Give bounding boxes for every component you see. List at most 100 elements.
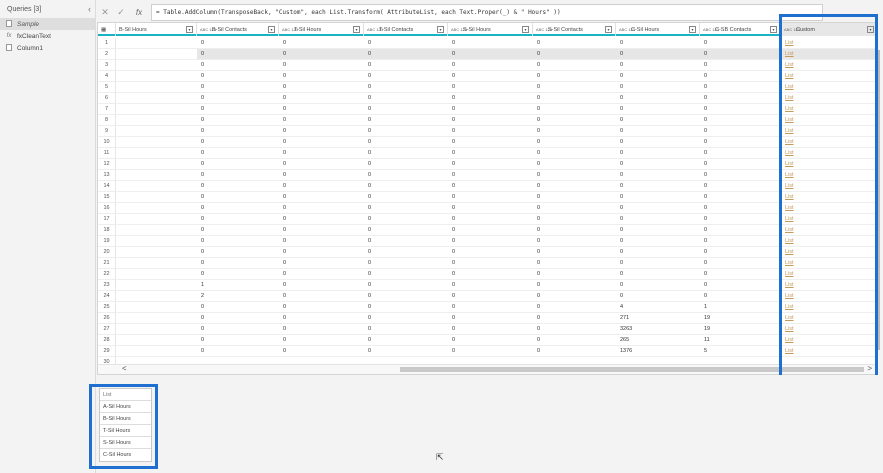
table-cell[interactable]: 0 — [616, 126, 700, 136]
type-icon[interactable]: ABC 123 — [282, 27, 298, 32]
table-cell[interactable]: 0 — [197, 313, 279, 323]
table-cell[interactable]: 0 — [279, 93, 364, 103]
list-link-cell[interactable]: List — [781, 247, 876, 257]
table-cell[interactable]: 0 — [197, 214, 279, 224]
table-cell[interactable]: 0 — [279, 302, 364, 312]
table-cell[interactable]: 0 — [279, 115, 364, 125]
table-cell[interactable]: 0 — [448, 71, 533, 81]
table-cell[interactable]: 0 — [533, 93, 616, 103]
table-cell[interactable]: 0 — [279, 148, 364, 158]
query-item[interactable]: Sample — [0, 18, 95, 30]
table-row[interactable]: 29 0 0 0 0 0 1376 5 List — [98, 346, 876, 357]
table-cell[interactable]: 0 — [533, 159, 616, 169]
table-cell[interactable]: 0 — [533, 137, 616, 147]
table-cell[interactable]: 0 — [279, 137, 364, 147]
table-row[interactable]: 27 0 0 0 0 0 3263 19 List — [98, 324, 876, 335]
table-cell[interactable]: 0 — [448, 159, 533, 169]
column-header[interactable]: ABC 123 S-Sil Contacts ▾ — [533, 23, 616, 36]
table-cell[interactable]: 0 — [448, 335, 533, 345]
table-row[interactable]: 11 0 0 0 0 0 0 0 List — [98, 148, 876, 159]
table-cell[interactable]: 1 — [700, 302, 781, 312]
list-link-cell[interactable]: List — [781, 159, 876, 169]
table-cell[interactable]: 0 — [448, 313, 533, 323]
column-header[interactable]: ABC 123 T-Sil Contacts ▾ — [364, 23, 448, 36]
table-cell[interactable]: 0 — [700, 159, 781, 169]
table-cell[interactable]: 0 — [616, 115, 700, 125]
table-cell[interactable]: 0 — [700, 258, 781, 268]
table-cell[interactable]: 0 — [364, 181, 448, 191]
table-cell[interactable]: 0 — [279, 346, 364, 356]
table-cell[interactable]: 0 — [616, 170, 700, 180]
table-cell[interactable]: 0 — [197, 60, 279, 70]
list-link-cell[interactable]: List — [781, 346, 876, 356]
column-header[interactable]: ABC 123 Custom ▾ — [781, 23, 876, 36]
table-cell[interactable]: 0 — [616, 214, 700, 224]
table-cell[interactable]: 0 — [533, 60, 616, 70]
table-cell[interactable]: 0 — [279, 60, 364, 70]
table-cell[interactable]: 0 — [448, 170, 533, 180]
table-row[interactable]: 26 0 0 0 0 0 271 19 List — [98, 313, 876, 324]
table-row[interactable]: 28 0 0 0 0 0 265 11 List — [98, 335, 876, 346]
table-cell[interactable]: 0 — [197, 181, 279, 191]
vertical-scrollbar[interactable] — [876, 38, 882, 364]
table-cell[interactable]: 0 — [533, 49, 616, 59]
table-cell[interactable]: 0 — [700, 203, 781, 213]
table-cell[interactable]: 0 — [448, 214, 533, 224]
table-cell[interactable]: 0 — [616, 203, 700, 213]
list-link-cell[interactable]: List — [781, 115, 876, 125]
list-link-cell[interactable]: List — [781, 148, 876, 158]
type-icon[interactable]: ABC 123 — [619, 27, 635, 32]
table-cell[interactable]: 0 — [616, 192, 700, 202]
list-link-cell[interactable]: List — [781, 170, 876, 180]
table-row[interactable]: 3 0 0 0 0 0 0 0 List — [98, 60, 876, 71]
table-row[interactable]: 23 1 0 0 0 0 0 0 List — [98, 280, 876, 291]
table-cell[interactable]: 0 — [700, 192, 781, 202]
table-cell[interactable]: 0 — [197, 159, 279, 169]
table-cell[interactable]: 0 — [279, 324, 364, 334]
table-cell[interactable]: 0 — [448, 269, 533, 279]
fx-icon[interactable]: fx — [129, 8, 149, 17]
table-cell[interactable]: 0 — [279, 38, 364, 48]
table-menu-icon[interactable]: ▦ — [98, 23, 116, 36]
table-cell[interactable]: 0 — [197, 82, 279, 92]
filter-dropdown-icon[interactable]: ▾ — [268, 26, 275, 33]
table-cell[interactable]: 0 — [364, 247, 448, 257]
table-cell[interactable]: 0 — [448, 236, 533, 246]
table-cell[interactable]: 0 — [279, 269, 364, 279]
query-item[interactable]: Column1 — [0, 42, 95, 54]
table-cell[interactable]: 0 — [364, 115, 448, 125]
table-cell[interactable]: 0 — [448, 225, 533, 235]
list-link-cell[interactable]: List — [781, 225, 876, 235]
type-icon[interactable]: ABC 123 — [784, 27, 800, 32]
table-cell[interactable]: 0 — [364, 60, 448, 70]
table-cell[interactable]: 0 — [279, 126, 364, 136]
table-cell[interactable]: 0 — [197, 247, 279, 257]
horizontal-scrollbar[interactable]: < > — [98, 364, 876, 374]
table-row[interactable]: 24 2 0 0 0 0 0 0 List — [98, 291, 876, 302]
table-cell[interactable]: 19 — [700, 313, 781, 323]
table-row[interactable]: 1 0 0 0 0 0 0 0 List — [98, 38, 876, 49]
list-link-cell[interactable]: List — [781, 93, 876, 103]
scroll-right-icon[interactable]: > — [867, 364, 872, 373]
table-cell[interactable]: 0 — [197, 38, 279, 48]
table-cell[interactable]: 0 — [533, 291, 616, 301]
table-cell[interactable]: 271 — [616, 313, 700, 323]
table-cell[interactable]: 0 — [197, 225, 279, 235]
table-cell[interactable]: 0 — [197, 104, 279, 114]
table-cell[interactable]: 0 — [364, 71, 448, 81]
table-cell[interactable]: 0 — [448, 49, 533, 59]
table-cell[interactable]: 0 — [364, 313, 448, 323]
table-cell[interactable]: 0 — [197, 335, 279, 345]
table-row[interactable]: 4 0 0 0 0 0 0 0 List — [98, 71, 876, 82]
filter-dropdown-icon[interactable]: ▾ — [437, 26, 444, 33]
table-row[interactable]: 10 0 0 0 0 0 0 0 List — [98, 137, 876, 148]
table-cell[interactable]: 0 — [279, 104, 364, 114]
table-row[interactable]: 14 0 0 0 0 0 0 0 List — [98, 181, 876, 192]
table-cell[interactable]: 0 — [448, 181, 533, 191]
table-row[interactable]: 22 0 0 0 0 0 0 0 List — [98, 269, 876, 280]
table-cell[interactable]: 0 — [616, 137, 700, 147]
table-cell[interactable]: 0 — [197, 126, 279, 136]
table-cell[interactable]: 0 — [448, 115, 533, 125]
table-row[interactable]: 7 0 0 0 0 0 0 0 List — [98, 104, 876, 115]
table-cell[interactable]: 0 — [700, 104, 781, 114]
